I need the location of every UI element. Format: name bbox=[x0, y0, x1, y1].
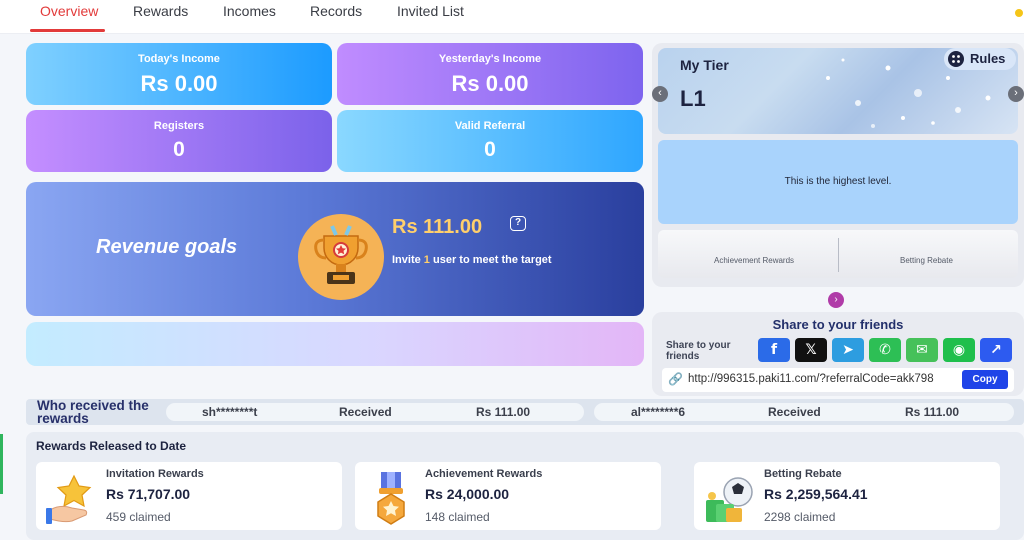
reward-claimed: 148 claimed bbox=[425, 510, 490, 524]
star-hand-icon bbox=[44, 470, 100, 526]
tier-message: This is the highest level. bbox=[784, 176, 892, 187]
tab-invited-list[interactable]: Invited List bbox=[397, 3, 464, 19]
tab-overview[interactable]: Overview bbox=[40, 3, 98, 19]
invite-suffix: user to meet the target bbox=[432, 254, 552, 266]
copy-button[interactable]: Copy bbox=[962, 370, 1008, 389]
chevron-right-icon[interactable]: › bbox=[828, 292, 844, 308]
yesterdays-income-card: Yesterday's Income Rs 0.00 bbox=[337, 43, 643, 105]
valid-referral-card: Valid Referral 0 bbox=[337, 110, 643, 172]
rewards-released-section: Rewards Released to Date Invitation Rewa… bbox=[26, 432, 1024, 540]
revenue-goals-banner: Revenue goals Rs 111.00 ? Invite 1 user … bbox=[26, 182, 644, 316]
tab-bar: Overview Rewards Incomes Records Invited… bbox=[0, 0, 1024, 34]
tier-tabs: Achievement Rewards Betting Rebate bbox=[658, 230, 1018, 278]
line-icon[interactable]: ◉ bbox=[943, 338, 975, 362]
whatsapp-icon[interactable]: ✆ bbox=[869, 338, 901, 362]
share-label: Share to your friends bbox=[666, 340, 731, 362]
yesterdays-income-value: Rs 0.00 bbox=[451, 71, 529, 96]
reward-name: Achievement Rewards bbox=[425, 468, 543, 480]
tier-level: L1 bbox=[680, 86, 706, 111]
share-panel: Share to your friends Share to your frie… bbox=[652, 312, 1024, 396]
registers-label: Registers bbox=[153, 120, 205, 132]
invite-prefix: Invite bbox=[392, 254, 421, 266]
reward-name: Betting Rebate bbox=[764, 468, 842, 480]
todays-income-value: Rs 0.00 bbox=[140, 71, 218, 96]
notification-dot bbox=[1015, 9, 1023, 17]
todays-income-card: Today's Income Rs 0.00 bbox=[26, 43, 332, 105]
valid-referral-value: 0 bbox=[484, 138, 496, 161]
share-title: Share to your friends bbox=[772, 317, 904, 332]
ticker-status: Received bbox=[339, 405, 392, 419]
tier-tab-betting-rebate[interactable]: Betting Rebate bbox=[900, 256, 953, 265]
rules-icon bbox=[948, 51, 964, 67]
tier-message-box: This is the highest level. bbox=[658, 140, 1018, 224]
tier-tabs-divider bbox=[838, 238, 839, 272]
registers-card: Registers 0 bbox=[26, 110, 332, 172]
revenue-goals-title: Revenue goals bbox=[96, 236, 238, 258]
yesterdays-income-label: Yesterday's Income bbox=[438, 53, 542, 65]
reward-claimed: 459 claimed bbox=[106, 510, 171, 524]
rewards-ticker: Who received the rewards sh********t Rec… bbox=[26, 399, 1024, 425]
ticker-user: al********6 bbox=[631, 405, 686, 419]
revenue-goal-amount: Rs 111.00 bbox=[392, 216, 483, 238]
revenue-goal-hint: Invite 1 user to meet the target bbox=[392, 254, 552, 266]
reward-name: Invitation Rewards bbox=[106, 468, 204, 480]
betting-rebate-card: Betting Rebate Rs 2,259,564.41 2298 clai… bbox=[694, 462, 1000, 530]
tab-incomes[interactable]: Incomes bbox=[223, 3, 276, 19]
window-edge-accent bbox=[0, 434, 3, 494]
invite-count: 1 bbox=[423, 254, 430, 266]
tab-rewards[interactable]: Rewards bbox=[133, 3, 188, 19]
reward-amount: Rs 2,259,564.41 bbox=[764, 486, 868, 502]
link-icon: 🔗 bbox=[668, 372, 683, 386]
rules-button[interactable]: Rules bbox=[944, 48, 1016, 70]
ticker-status: Received bbox=[768, 405, 821, 419]
rules-label: Rules bbox=[970, 51, 1006, 66]
rewards-released-title: Rewards Released to Date bbox=[36, 439, 187, 453]
share-icon[interactable]: ↗ bbox=[980, 338, 1012, 362]
reward-amount: Rs 71,707.00 bbox=[106, 486, 191, 502]
tier-next-button[interactable]: › bbox=[1008, 86, 1024, 102]
page: Overview Rewards Incomes Records Invited… bbox=[0, 0, 1024, 540]
tier-tab-achievement-rewards[interactable]: Achievement Rewards bbox=[714, 256, 794, 265]
ticker-amount: Rs 111.00 bbox=[476, 405, 531, 419]
ticker-amount: Rs 111.00 bbox=[905, 405, 960, 419]
x-icon[interactable]: 𝕏 bbox=[795, 338, 827, 362]
reward-claimed: 2298 claimed bbox=[764, 510, 836, 524]
ticker-title: Who received the rewards bbox=[37, 399, 149, 425]
question-icon[interactable]: ? bbox=[510, 216, 526, 231]
reward-amount: Rs 24,000.00 bbox=[425, 486, 510, 502]
tab-records[interactable]: Records bbox=[310, 3, 362, 19]
facebook-icon[interactable]: f bbox=[758, 338, 790, 362]
active-tab-indicator bbox=[30, 29, 105, 32]
ticker-user: sh********t bbox=[202, 405, 258, 419]
telegram-icon[interactable]: ➤ bbox=[832, 338, 864, 362]
decorative-gradient-bar bbox=[26, 322, 644, 366]
referral-link-field[interactable]: 🔗 http://996315.paki11.com/?referralCode… bbox=[662, 368, 1014, 392]
invitation-rewards-card: Invitation Rewards Rs 71,707.00 459 clai… bbox=[36, 462, 342, 530]
achievement-rewards-card: Achievement Rewards Rs 24,000.00 148 cla… bbox=[355, 462, 661, 530]
medal-icon bbox=[363, 470, 419, 526]
valid-referral-label: Valid Referral bbox=[454, 120, 526, 132]
registers-value: 0 bbox=[173, 138, 185, 161]
tier-prev-button[interactable]: ‹ bbox=[652, 86, 668, 102]
todays-income-label: Today's Income bbox=[138, 53, 220, 65]
sms-icon[interactable]: ✉ bbox=[906, 338, 938, 362]
my-tier-title: My Tier bbox=[680, 57, 729, 73]
trophy-icon bbox=[298, 214, 384, 300]
referral-link[interactable]: http://996315.paki11.com/?referralCode=a… bbox=[688, 373, 956, 385]
money-ball-icon bbox=[702, 470, 758, 526]
